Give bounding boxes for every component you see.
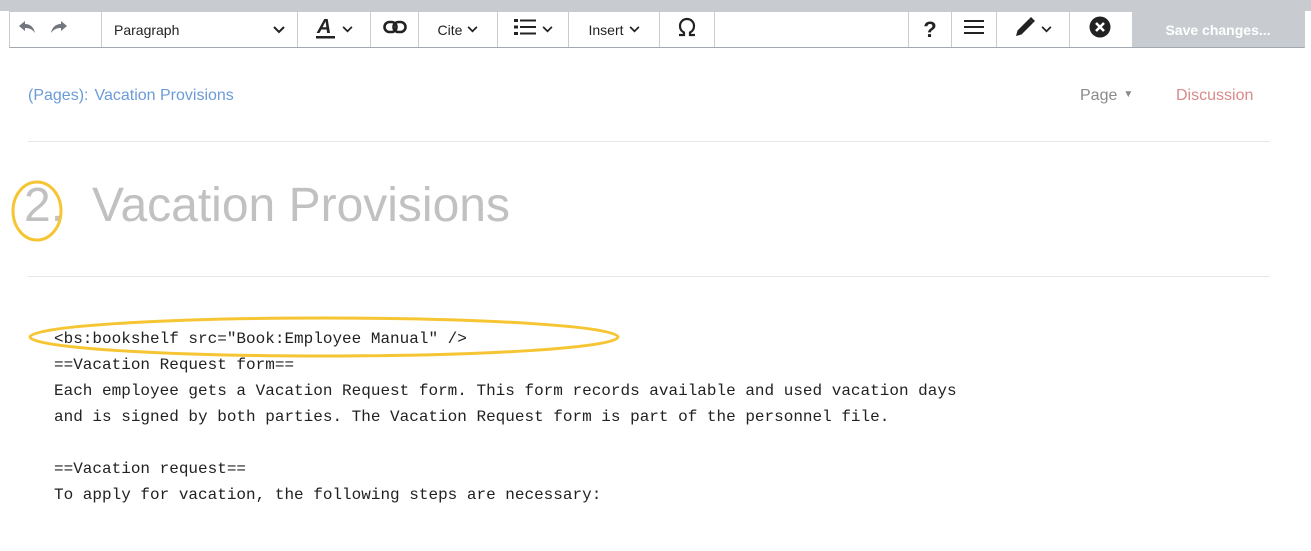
source-line: To apply for vacation, the following ste… [54, 486, 602, 504]
cancel-editing-button[interactable] [1070, 12, 1130, 47]
breadcrumb: (Pages): Vacation Provisions [28, 87, 234, 105]
page-options-button[interactable] [952, 12, 996, 47]
cite-button[interactable]: Cite [419, 12, 497, 47]
undo-icon [18, 20, 36, 39]
chevron-down-icon [342, 26, 353, 33]
toolbar-separator [714, 12, 715, 47]
save-changes-button[interactable]: Save changes... [1132, 12, 1304, 47]
link-icon [382, 20, 407, 39]
chevron-down-icon [467, 26, 478, 33]
menu-icon [964, 19, 984, 40]
chevron-down-icon [1041, 26, 1052, 33]
divider [28, 276, 1270, 277]
source-line: ==Vacation request== [54, 460, 247, 478]
caret-down-icon: ▼ [1123, 89, 1134, 100]
heading-text: Vacation Provisions [92, 179, 510, 232]
highlight-ellipse [28, 316, 620, 358]
link-button[interactable] [371, 12, 418, 47]
insert-label: Insert [588, 21, 624, 38]
insert-button[interactable]: Insert [569, 12, 659, 47]
redo-button[interactable] [44, 12, 74, 47]
source-line: and is signed by both parties. The Vacat… [54, 408, 890, 426]
divider [28, 141, 1270, 142]
help-button[interactable]: ? [909, 12, 951, 47]
cite-label: Cite [437, 21, 463, 38]
breadcrumb-namespace[interactable]: (Pages): [28, 87, 88, 104]
page-title: 2. Vacation Provisions [24, 178, 510, 234]
paragraph-format-dropdown[interactable]: Paragraph [102, 12, 297, 47]
tab-discussion[interactable]: Discussion [1176, 87, 1253, 105]
top-strip [0, 0, 1311, 11]
highlight-circle [11, 180, 63, 242]
help-icon: ? [923, 16, 937, 42]
chevron-down-icon [273, 25, 285, 34]
special-character-button[interactable] [660, 12, 714, 47]
text-style-button[interactable]: A [298, 12, 370, 47]
tab-page-label: Page [1080, 87, 1118, 104]
list-icon [513, 17, 537, 42]
source-line [54, 430, 957, 456]
special-character-icon [677, 17, 697, 42]
edit-mode-button[interactable] [997, 12, 1069, 47]
svg-text:A: A [316, 16, 331, 38]
save-changes-label: Save changes... [1165, 21, 1271, 38]
text-style-icon: A [315, 15, 337, 44]
breadcrumb-page[interactable]: Vacation Provisions [94, 87, 233, 104]
undo-button[interactable] [12, 12, 42, 47]
close-icon [1089, 16, 1111, 43]
paragraph-format-label: Paragraph [114, 21, 180, 38]
tab-page[interactable]: Page ▼ [1080, 87, 1133, 105]
source-line: Each employee gets a Vacation Request fo… [54, 382, 957, 400]
editor-toolbar: Paragraph A Cite Insert ? Save changes..… [9, 11, 1305, 48]
edit-mode-icon [1014, 16, 1036, 43]
redo-icon [50, 20, 68, 39]
chevron-down-icon [542, 26, 553, 33]
chevron-down-icon [629, 26, 640, 33]
list-button[interactable] [498, 12, 568, 47]
